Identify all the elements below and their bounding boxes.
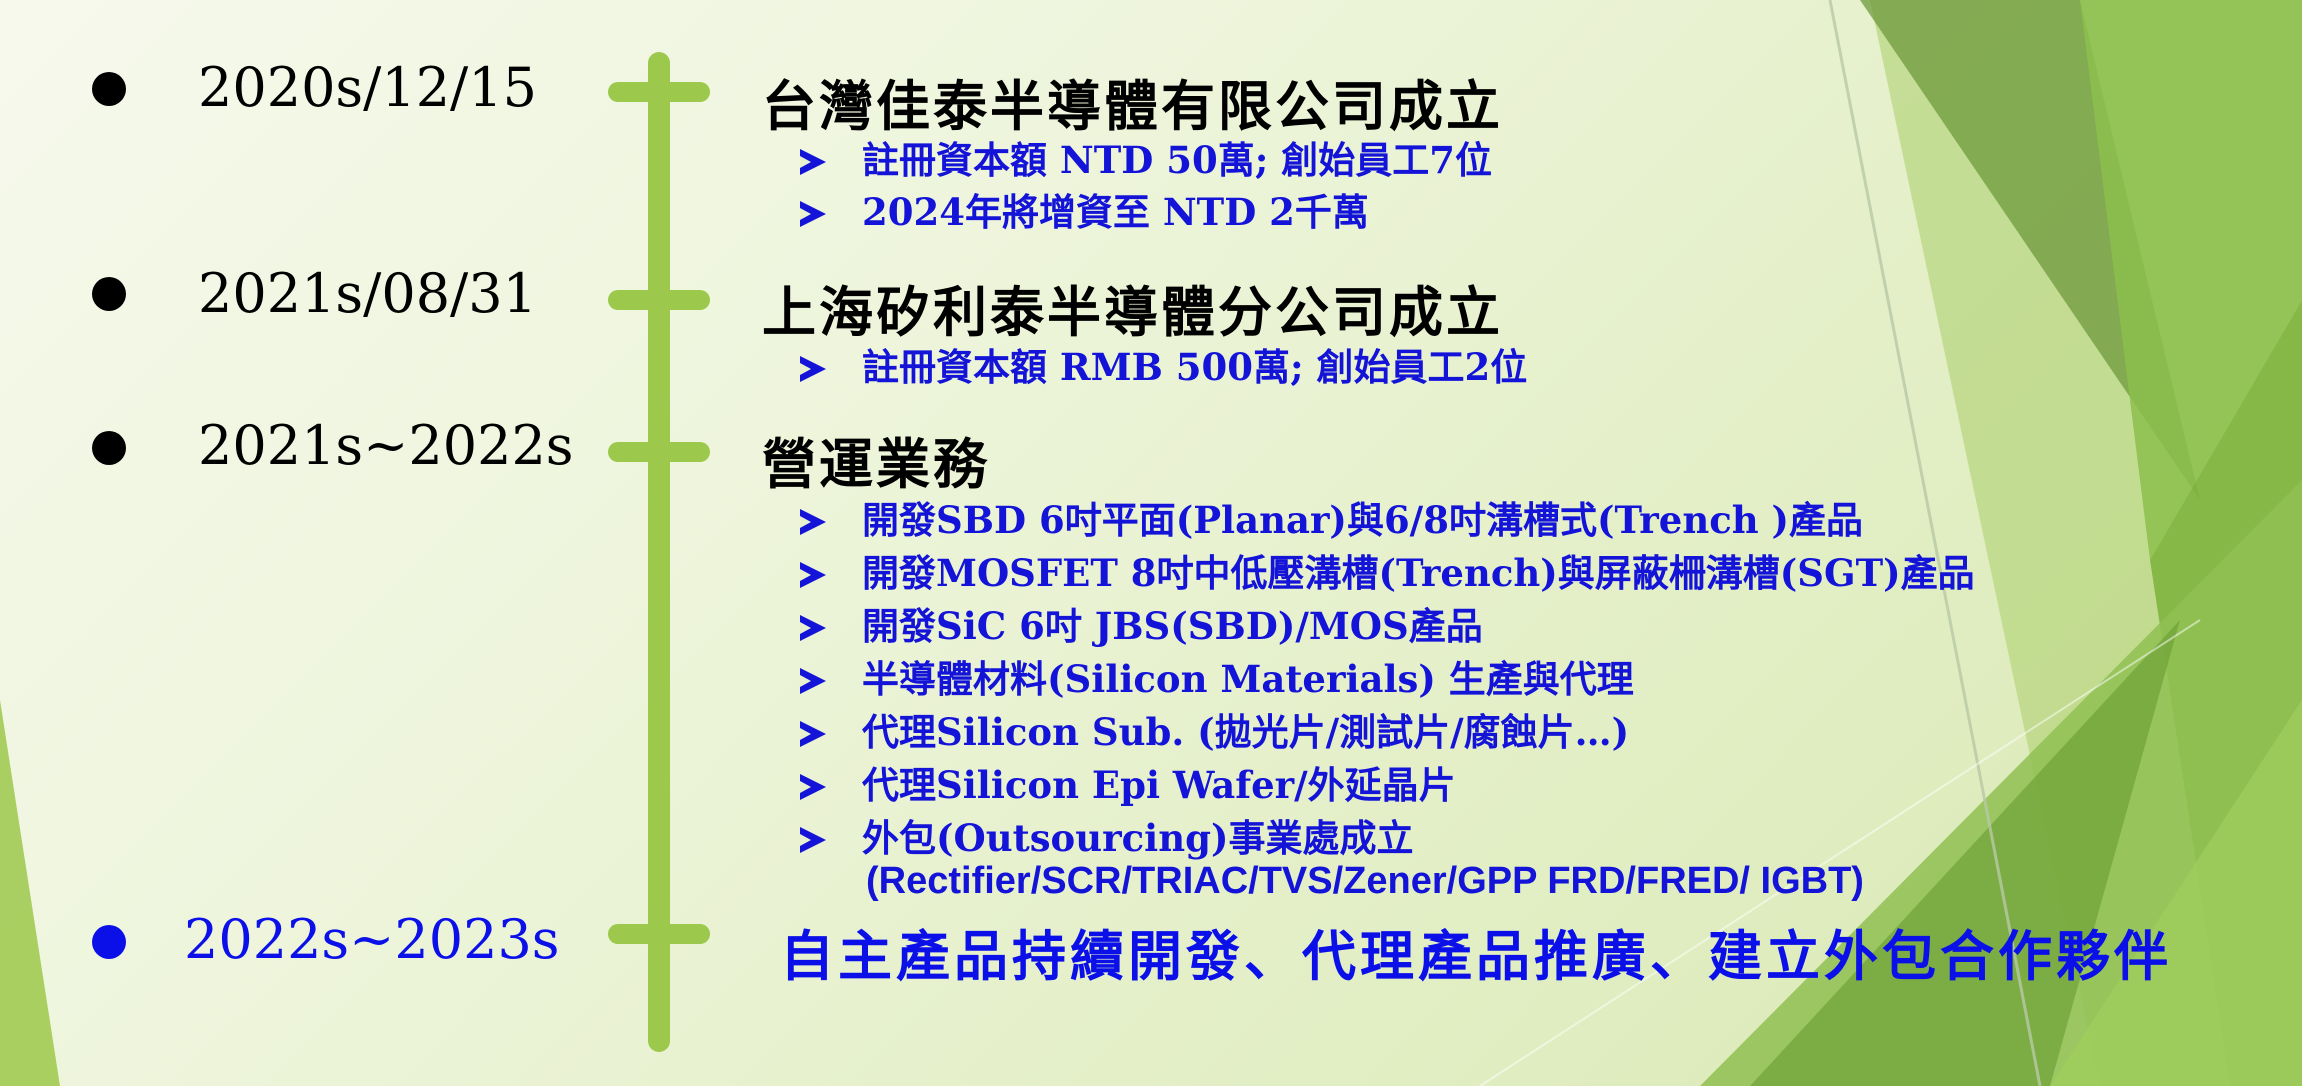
timeline-bullet bbox=[92, 431, 126, 465]
timeline-date: 2022s~2023s bbox=[184, 908, 560, 971]
timeline-date: 2020s/12/15 bbox=[198, 56, 537, 119]
arrow-bullet-icon bbox=[800, 149, 826, 175]
arrow-bullet-icon bbox=[800, 562, 826, 588]
list-item: 外包(Outsourcing)事業處成立 bbox=[800, 808, 1414, 862]
timeline-tick bbox=[608, 82, 710, 102]
arrow-bullet-icon bbox=[800, 774, 826, 800]
timeline-bullet bbox=[92, 72, 126, 106]
list-item: 開發SBD 6吋平面(Planar)與6/8吋溝槽式(Trench )產品 bbox=[800, 490, 1863, 544]
timeline-tick bbox=[608, 442, 710, 462]
timeline-tick bbox=[608, 924, 710, 944]
list-item: 註冊資本額 NTD 50萬; 創始員工7位 bbox=[800, 130, 1492, 184]
timeline-date: 2021s/08/31 bbox=[198, 262, 537, 325]
outsourcing-products: (Rectifier/SCR/TRIAC/TVS/Zener/GPP FRD/F… bbox=[866, 860, 1864, 902]
timeline-bullet bbox=[92, 277, 126, 311]
arrow-bullet-icon bbox=[800, 721, 826, 747]
timeline-heading: 上海矽利泰半導體分公司成立 bbox=[762, 280, 1503, 344]
list-item: 代理Silicon Epi Wafer/外延晶片 bbox=[800, 755, 1456, 809]
timeline-heading: 自主產品持續開發、代理產品推廣、建立外包合作夥伴 bbox=[780, 924, 2172, 988]
timeline-date: 2021s~2022s bbox=[198, 414, 574, 477]
arrow-bullet-icon bbox=[800, 509, 826, 535]
arrow-bullet-icon bbox=[800, 668, 826, 694]
arrow-bullet-icon bbox=[800, 201, 826, 227]
timeline-tick bbox=[608, 290, 710, 310]
list-item: 半導體材料(Silicon Materials) 生產與代理 bbox=[800, 649, 1634, 703]
arrow-bullet-icon bbox=[800, 615, 826, 641]
timeline-line bbox=[648, 52, 670, 1052]
list-item: 註冊資本額 RMB 500萬; 創始員工2位 bbox=[800, 337, 1527, 391]
arrow-bullet-icon bbox=[800, 356, 826, 382]
list-item: 開發SiC 6吋 JBS(SBD)/MOS產品 bbox=[800, 596, 1483, 650]
arrow-bullet-icon bbox=[800, 827, 826, 853]
list-item: 代理Silicon Sub. (拋光片/測試片/腐蝕片…) bbox=[800, 702, 1629, 756]
timeline-heading: 營運業務 bbox=[762, 432, 990, 496]
list-item: 開發MOSFET 8吋中低壓溝槽(Trench)與屏蔽柵溝槽(SGT)產品 bbox=[800, 543, 1975, 597]
timeline-bullet bbox=[92, 925, 126, 959]
list-item: 2024年將增資至 NTD 2千萬 bbox=[800, 182, 1369, 236]
